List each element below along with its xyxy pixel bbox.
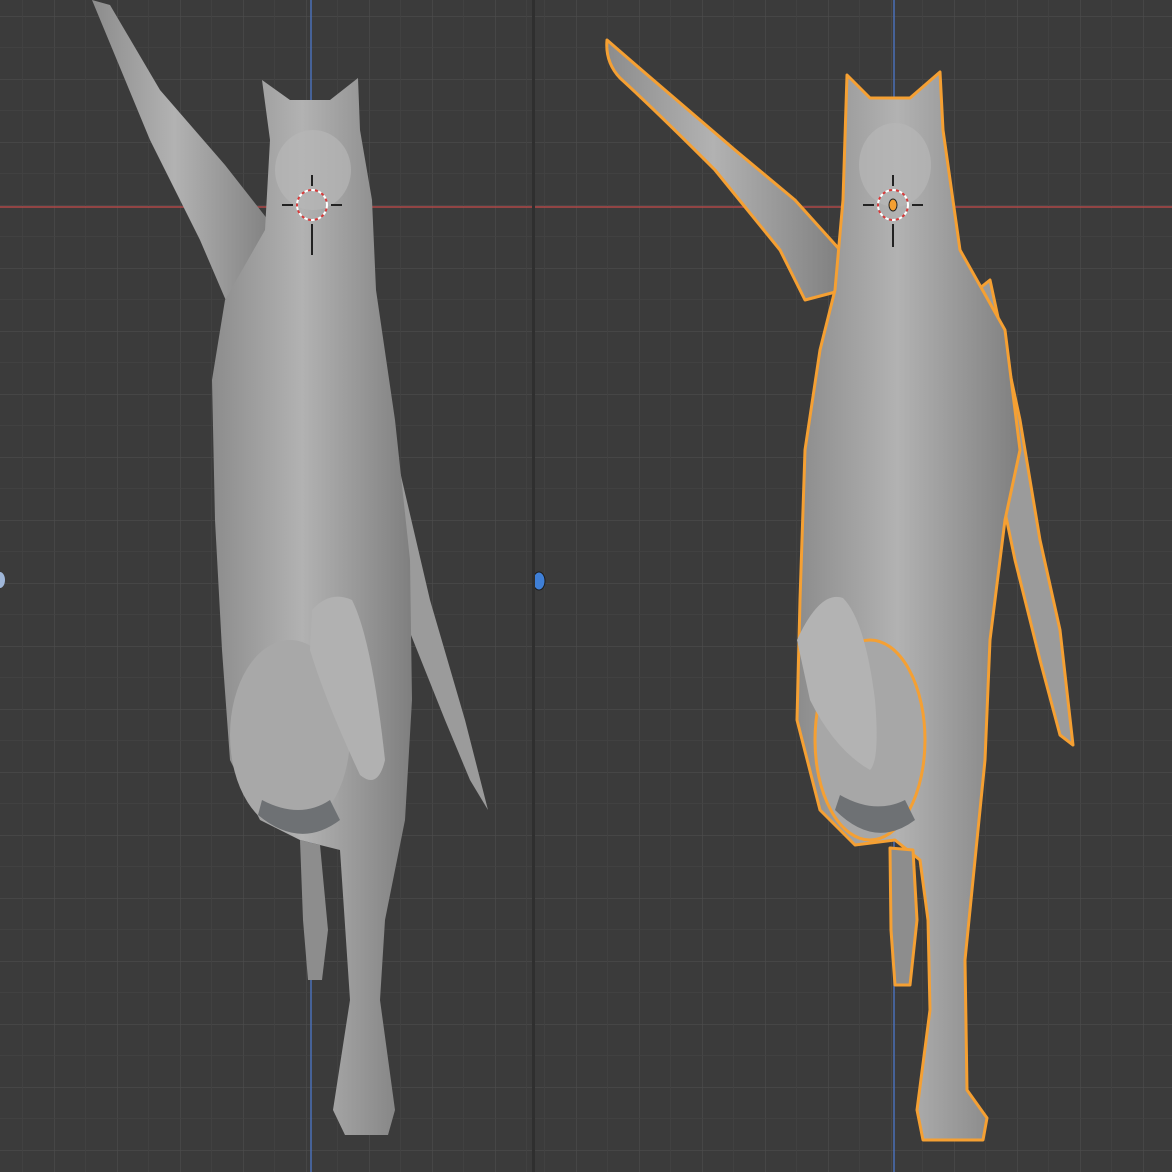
object-origin-icon (888, 198, 898, 212)
viewport-right[interactable] (535, 0, 1172, 1172)
viewport-left[interactable] (0, 0, 532, 1172)
viewport-left-canvas[interactable] (0, 0, 532, 1172)
light-object-icon[interactable] (535, 571, 546, 591)
viewport-right-canvas[interactable] (535, 0, 1172, 1172)
